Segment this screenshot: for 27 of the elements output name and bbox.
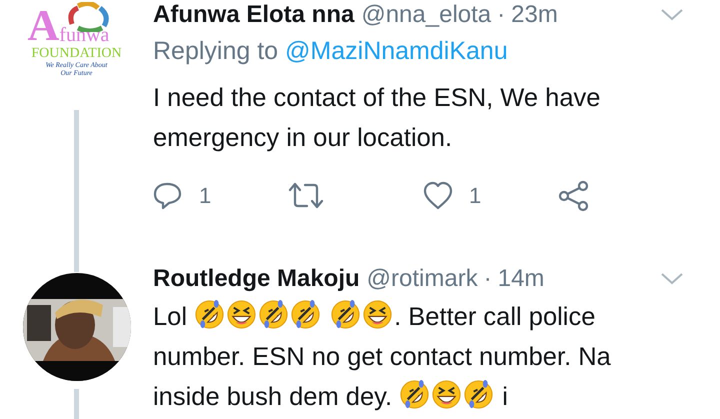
separator-dot: · [484,264,492,294]
separator-dot: · [497,0,506,30]
timestamp: 14m [498,264,544,294]
replying-to-text: Replying to @MaziNnamdiKanu [153,36,509,67]
rolling-laughing-emoji-icon [194,299,226,330]
author-name[interactable]: Afunwa Elota nna [153,0,354,30]
tweet-text: Lol . Better call police number. ESN no get contact number. Na inside bush dem dey. i [153,297,693,417]
grinning-squint-emoji-icon [226,299,258,330]
rolling-laughing-emoji-icon [463,379,494,410]
timestamp: 23m [511,0,558,30]
rolling-laughing-emoji-icon [330,299,362,330]
user-handle[interactable]: @rotimark [366,264,478,294]
author-name[interactable]: Routledge Makoju [153,264,360,294]
retweet-icon[interactable] [288,181,324,211]
tweet-text: I need the contact of the ESN, We have emergency in our location. [153,83,602,154]
grinning-squint-emoji-icon [362,299,394,330]
rolling-laughing-emoji-icon [399,379,430,410]
grinning-squint-emoji-icon [431,379,462,410]
action-count: 1 [199,183,212,209]
action-count: 1 [469,183,482,209]
rolling-laughing-emoji-icon [258,299,290,330]
heart-icon[interactable] [423,181,453,211]
mention-link[interactable]: @MaziNnamdiKanu [285,37,508,65]
user-handle[interactable]: @nna_elota [361,0,492,30]
comment-icon[interactable] [153,181,183,211]
rolling-laughing-emoji-icon [290,299,322,330]
share-icon[interactable] [558,180,590,212]
